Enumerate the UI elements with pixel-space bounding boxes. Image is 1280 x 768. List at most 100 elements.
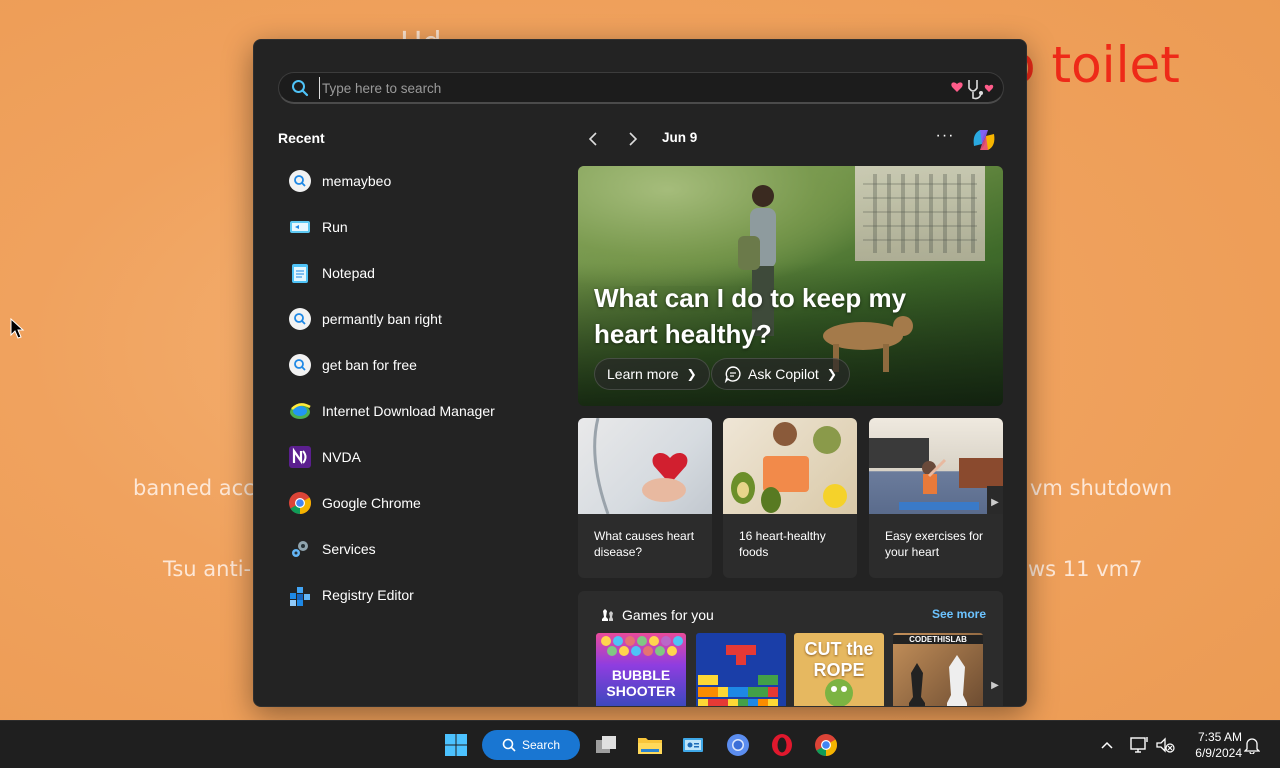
chess-icon: [602, 609, 613, 621]
game-tile-title: BUBBLE SHOOTER: [606, 667, 676, 699]
file-explorer-button[interactable]: [634, 729, 666, 761]
article-card[interactable]: ▶ Easy exercises for your heart: [869, 418, 1003, 578]
windows-logo-icon: [445, 734, 467, 756]
wallpaper-text-banned: banned acco: [133, 476, 268, 500]
control-panel-icon: [683, 738, 703, 752]
chevron-right-icon: ❯: [686, 367, 697, 381]
scroll-right-button[interactable]: ▶: [987, 486, 1003, 514]
opera-icon: [772, 734, 792, 756]
chrome-button[interactable]: [810, 729, 842, 761]
search-icon: [288, 169, 312, 193]
chat-icon: [724, 366, 741, 383]
opera-button[interactable]: [766, 729, 798, 761]
copilot-icon[interactable]: [968, 124, 1000, 156]
recent-item-google-chrome[interactable]: Google Chrome: [278, 480, 558, 526]
card-image: [723, 418, 857, 514]
search-highlight-stethoscope-icon: [951, 80, 994, 100]
recent-item-internet-download-manager[interactable]: Internet Download Manager: [278, 388, 558, 434]
recent-item-notepad[interactable]: Notepad: [278, 250, 558, 296]
chevron-right-icon: [629, 132, 638, 146]
learn-more-label: Learn more: [607, 366, 679, 382]
run-icon: [288, 215, 312, 239]
recent-item-label: Notepad: [322, 265, 375, 281]
registry-editor-icon: [288, 583, 312, 607]
recent-item-get-ban-for-free[interactable]: get ban for free: [278, 342, 558, 388]
search-icon: [502, 738, 516, 752]
clock[interactable]: 7:35 AM 6/9/2024: [1180, 729, 1242, 761]
chevron-left-icon: [588, 132, 597, 146]
folder-icon: [638, 738, 662, 754]
network-icon: [1130, 737, 1148, 753]
search-input[interactable]: [319, 77, 919, 99]
taskbar: Search 7:35 AM 6/9/2024: [0, 720, 1280, 768]
article-card[interactable]: 16 heart-healthy foods: [723, 418, 857, 578]
game-tile-bubble-shooter[interactable]: BUBBLE SHOOTER: [596, 633, 686, 706]
recent-list: memaybeo Run Notepad permantly ban right…: [278, 158, 558, 618]
chromium-icon: [727, 734, 749, 756]
notepad-icon: [288, 261, 312, 285]
card-image: ▶: [869, 418, 1003, 514]
notifications-button[interactable]: [1241, 734, 1263, 756]
recent-item-label: Google Chrome: [322, 495, 421, 511]
recent-item-label: Run: [322, 219, 348, 235]
hero-title: What can I do to keep my heart healthy?: [594, 283, 907, 349]
see-more-link[interactable]: See more: [932, 607, 986, 621]
heart-image-icon: [593, 418, 688, 514]
games-section: Games for you See more BUBBLE SHOOTER CU…: [578, 591, 1003, 706]
services-icon: [288, 537, 312, 561]
taskbar-search-button[interactable]: Search: [482, 730, 580, 760]
recent-item-label: Internet Download Manager: [322, 403, 495, 419]
card-title: 16 heart-healthy foods: [739, 529, 826, 559]
feed-nav: Jun 9 ···: [578, 124, 1004, 154]
recent-item-services[interactable]: Services: [278, 526, 558, 572]
wallpaper-text-tsu: Tsu anti-l: [163, 557, 257, 581]
recent-item-run[interactable]: Run: [278, 204, 558, 250]
show-hidden-icons-button[interactable]: [1096, 734, 1118, 756]
start-button[interactable]: [440, 729, 472, 761]
more-options-button[interactable]: ···: [932, 126, 958, 152]
game-tile-chess[interactable]: CODETHISLAB: [893, 633, 983, 706]
search-box[interactable]: [278, 72, 1004, 104]
hero-card[interactable]: What can I do to keep my heart healthy? …: [578, 166, 1003, 406]
network-icon-button[interactable]: [1128, 734, 1150, 756]
om-nom-image-icon: [825, 679, 853, 706]
recent-item-label: memaybeo: [322, 173, 392, 189]
games-scroll-right-button[interactable]: ▶: [987, 669, 1003, 701]
search-icon: [288, 353, 312, 377]
taskbar-search-label: Search: [521, 738, 561, 752]
games-heading: Games for you: [622, 607, 714, 623]
wallpaper-text-toilet: o toilet: [1005, 36, 1180, 94]
previous-button[interactable]: [580, 126, 606, 152]
exercise-image-icon: [869, 438, 1003, 510]
clock-time: 7:35 AM: [1197, 730, 1242, 744]
volume-muted-button[interactable]: [1154, 734, 1176, 756]
card-title: Easy exercises for your heart: [885, 529, 984, 559]
game-tile-blocks[interactable]: [696, 633, 786, 706]
recent-item-label: NVDA: [322, 449, 361, 465]
recent-item-label: get ban for free: [322, 357, 417, 373]
learn-more-button[interactable]: Learn more ❯: [594, 358, 710, 390]
game-tile-cut-the-rope[interactable]: CUT the ROPE: [794, 633, 884, 706]
wallpaper-text-ws11: ws 11 vm7: [1028, 557, 1143, 581]
recent-item-memaybeo[interactable]: memaybeo: [278, 158, 558, 204]
recent-item-label: Registry Editor: [322, 587, 414, 603]
chrome-icon: [815, 734, 837, 756]
volume-muted-icon: [1156, 737, 1175, 753]
chromium-button[interactable]: [722, 729, 754, 761]
chess-pieces-image-icon: [909, 655, 967, 706]
recent-item-label: Services: [322, 541, 376, 557]
blocks-game-image-icon: [698, 645, 778, 706]
chevron-right-icon: ❯: [826, 367, 837, 381]
article-card[interactable]: What causes heart disease?: [578, 418, 712, 578]
next-button[interactable]: [620, 126, 646, 152]
search-icon: [288, 307, 312, 331]
task-view-button[interactable]: [590, 729, 622, 761]
recent-item-nvda[interactable]: NVDA: [278, 434, 558, 480]
control-panel-button[interactable]: [677, 729, 709, 761]
ask-copilot-label: Ask Copilot: [748, 366, 819, 382]
recent-item-permantly-ban-right[interactable]: permantly ban right: [278, 296, 558, 342]
chevron-up-icon: [1101, 741, 1113, 749]
recent-item-registry-editor[interactable]: Registry Editor: [278, 572, 558, 618]
card-title: What causes heart disease?: [594, 529, 695, 559]
ask-copilot-button[interactable]: Ask Copilot ❯: [711, 358, 850, 390]
